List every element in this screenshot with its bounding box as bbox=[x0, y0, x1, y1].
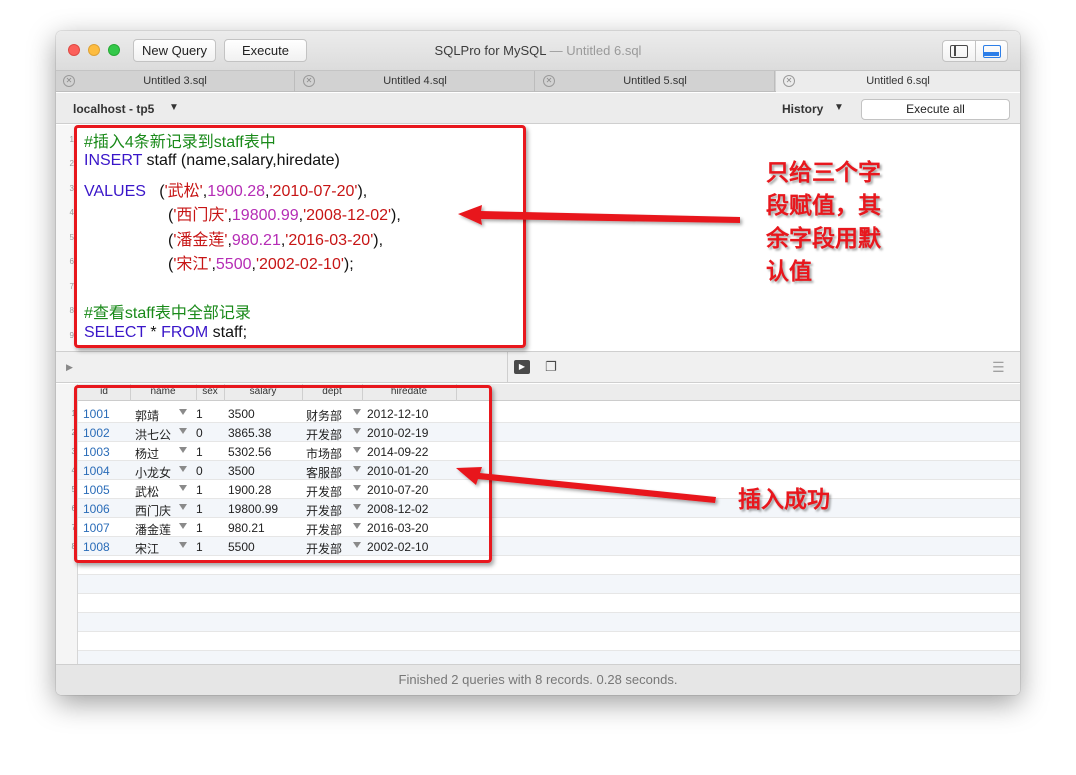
arrow-to-inserted-rows bbox=[456, 467, 716, 503]
annotation-note-defaults: 只给三个字 段赋值，其 余字段用默 认值 bbox=[766, 157, 881, 289]
annotation-line: 段赋值，其 bbox=[766, 193, 881, 219]
annotation-line: 余字段用默 bbox=[766, 226, 881, 252]
annotation-line: 只给三个字 bbox=[766, 160, 881, 186]
annotation-line: 认值 bbox=[766, 259, 812, 285]
annotation-arrows bbox=[456, 205, 740, 503]
arrow-to-insert-statement bbox=[458, 205, 740, 225]
annotation-note-success: 插入成功 bbox=[738, 487, 830, 513]
